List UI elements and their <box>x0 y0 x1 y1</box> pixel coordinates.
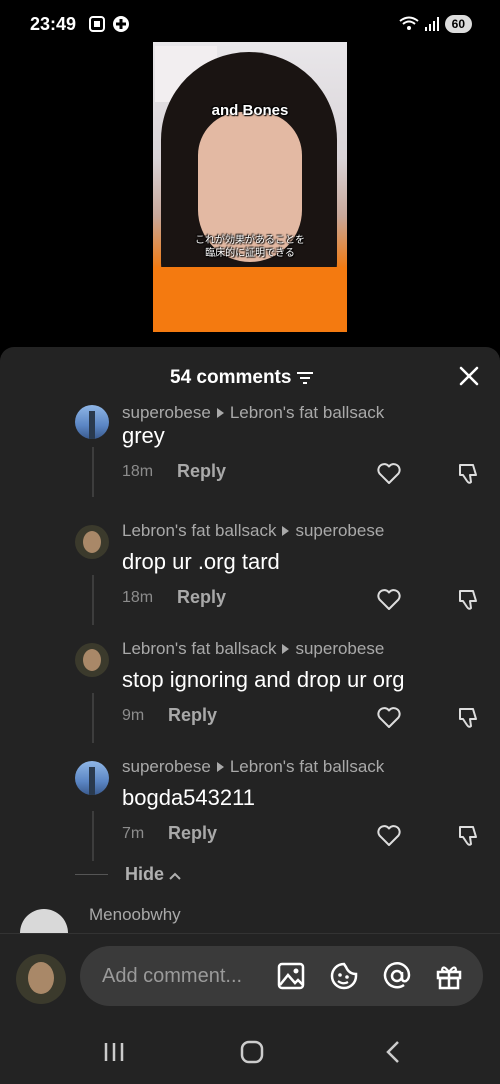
reply-time: 7m <box>122 825 145 842</box>
next-comment-preview: Menoobwhy <box>0 905 500 957</box>
like-heart-icon[interactable] <box>376 823 402 849</box>
like-heart-icon[interactable] <box>376 587 402 613</box>
emoji-icon[interactable] <box>329 961 359 991</box>
comment-author[interactable]: Menoobwhy <box>89 905 181 925</box>
avatar[interactable] <box>75 761 109 795</box>
reply-item: Lebron's fat ballsack superobese stop ig… <box>0 631 500 749</box>
reply-to-arrow-icon <box>216 762 224 772</box>
reply-text: bogda543211 <box>122 785 255 810</box>
image-icon[interactable] <box>276 961 306 991</box>
video-player[interactable]: and Bones これが効果があることを臨床的に証明できる <box>153 42 347 332</box>
status-time: 23:49 <box>30 14 77 34</box>
home-icon[interactable] <box>238 1038 266 1066</box>
dislike-icon[interactable] <box>456 587 482 613</box>
thread-line <box>92 693 94 743</box>
reply-thread: superobese Lebron's fat ballsack grey 18… <box>0 405 500 905</box>
reply-to-author[interactable]: superobese <box>295 521 384 541</box>
reply-author-line: superobese Lebron's fat ballsack <box>122 405 384 423</box>
gift-icon[interactable] <box>434 961 464 991</box>
mention-icon[interactable] <box>382 961 412 991</box>
reply-text: grey <box>122 423 165 448</box>
reply-to-arrow-icon <box>216 408 224 418</box>
reply-item: Lebron's fat ballsack superobese drop ur… <box>0 513 500 631</box>
reply-to-arrow-icon <box>282 526 290 536</box>
comment-input[interactable] <box>100 964 274 989</box>
reply-time: 18m <box>122 463 154 480</box>
reply-text: drop ur .org tard <box>122 549 280 574</box>
like-heart-icon[interactable] <box>376 461 402 487</box>
reply-to-author[interactable]: Lebron's fat ballsack <box>230 405 384 423</box>
reply-author[interactable]: superobese <box>122 757 211 777</box>
reply-button[interactable]: Reply <box>177 461 226 482</box>
back-icon[interactable] <box>380 1038 408 1066</box>
thread-line <box>92 447 94 497</box>
status-icons-right: 60 <box>399 15 472 33</box>
avatar[interactable] <box>75 405 109 439</box>
comments-title[interactable]: 54 comments <box>170 367 314 389</box>
signal-icon <box>424 17 439 31</box>
hide-replies-row[interactable]: Hide <box>0 860 500 890</box>
system-nav-bar <box>0 1020 500 1084</box>
video-caption-top: and Bones <box>211 102 289 119</box>
close-icon[interactable] <box>458 365 480 387</box>
reply-author[interactable]: superobese <box>122 405 211 423</box>
reply-item: superobese Lebron's fat ballsack bogda54… <box>0 749 500 867</box>
status-icons-left <box>88 15 130 33</box>
comment-composer <box>0 933 500 1014</box>
like-heart-icon[interactable] <box>376 705 402 731</box>
hide-replies-button[interactable]: Hide <box>125 864 181 885</box>
reply-button[interactable]: Reply <box>177 587 226 608</box>
reply-button[interactable]: Reply <box>168 705 217 726</box>
comment-input-pill[interactable] <box>80 946 483 1006</box>
recent-apps-icon[interactable] <box>100 1038 128 1066</box>
reply-time: 18m <box>122 589 154 606</box>
reply-time: 9m <box>122 707 145 724</box>
hide-divider <box>75 874 108 875</box>
dislike-icon[interactable] <box>456 461 482 487</box>
avatar[interactable] <box>75 643 109 677</box>
avatar[interactable] <box>75 525 109 559</box>
reply-author-line: Lebron's fat ballsack superobese <box>122 521 384 541</box>
thread-line <box>92 575 94 625</box>
reply-to-author[interactable]: Lebron's fat ballsack <box>230 757 384 777</box>
reply-author-line: Lebron's fat ballsack superobese <box>122 639 384 659</box>
chevron-up-icon <box>169 872 181 880</box>
battery-badge: 60 <box>444 15 472 33</box>
reply-author[interactable]: Lebron's fat ballsack <box>122 521 276 541</box>
reply-author-line: superobese Lebron's fat ballsack <box>122 757 384 777</box>
comments-sheet: 54 comments superobese Lebron's fat ball… <box>0 347 500 1084</box>
reply-item: superobese Lebron's fat ballsack grey 18… <box>0 405 500 513</box>
my-avatar[interactable] <box>16 954 66 1004</box>
plus-badge-icon <box>113 16 129 32</box>
wifi-icon <box>399 16 419 30</box>
reply-button[interactable]: Reply <box>168 823 217 844</box>
comments-count: 54 comments <box>170 367 292 388</box>
reply-author[interactable]: Lebron's fat ballsack <box>122 639 276 659</box>
video-caption-bottom: これが効果があることを臨床的に証明できる <box>195 235 305 259</box>
hide-label: Hide <box>125 864 165 884</box>
reply-to-arrow-icon <box>282 644 290 654</box>
reply-text: stop ignoring and drop ur org <box>122 667 405 692</box>
comments-header: 54 comments <box>0 347 500 405</box>
video-shirt-shape <box>153 267 347 332</box>
dislike-icon[interactable] <box>456 823 482 849</box>
dislike-icon[interactable] <box>456 705 482 731</box>
reply-to-author[interactable]: superobese <box>295 639 384 659</box>
thread-line <box>92 811 94 861</box>
screenshot-icon <box>89 16 105 32</box>
sort-icon[interactable] <box>297 371 314 385</box>
